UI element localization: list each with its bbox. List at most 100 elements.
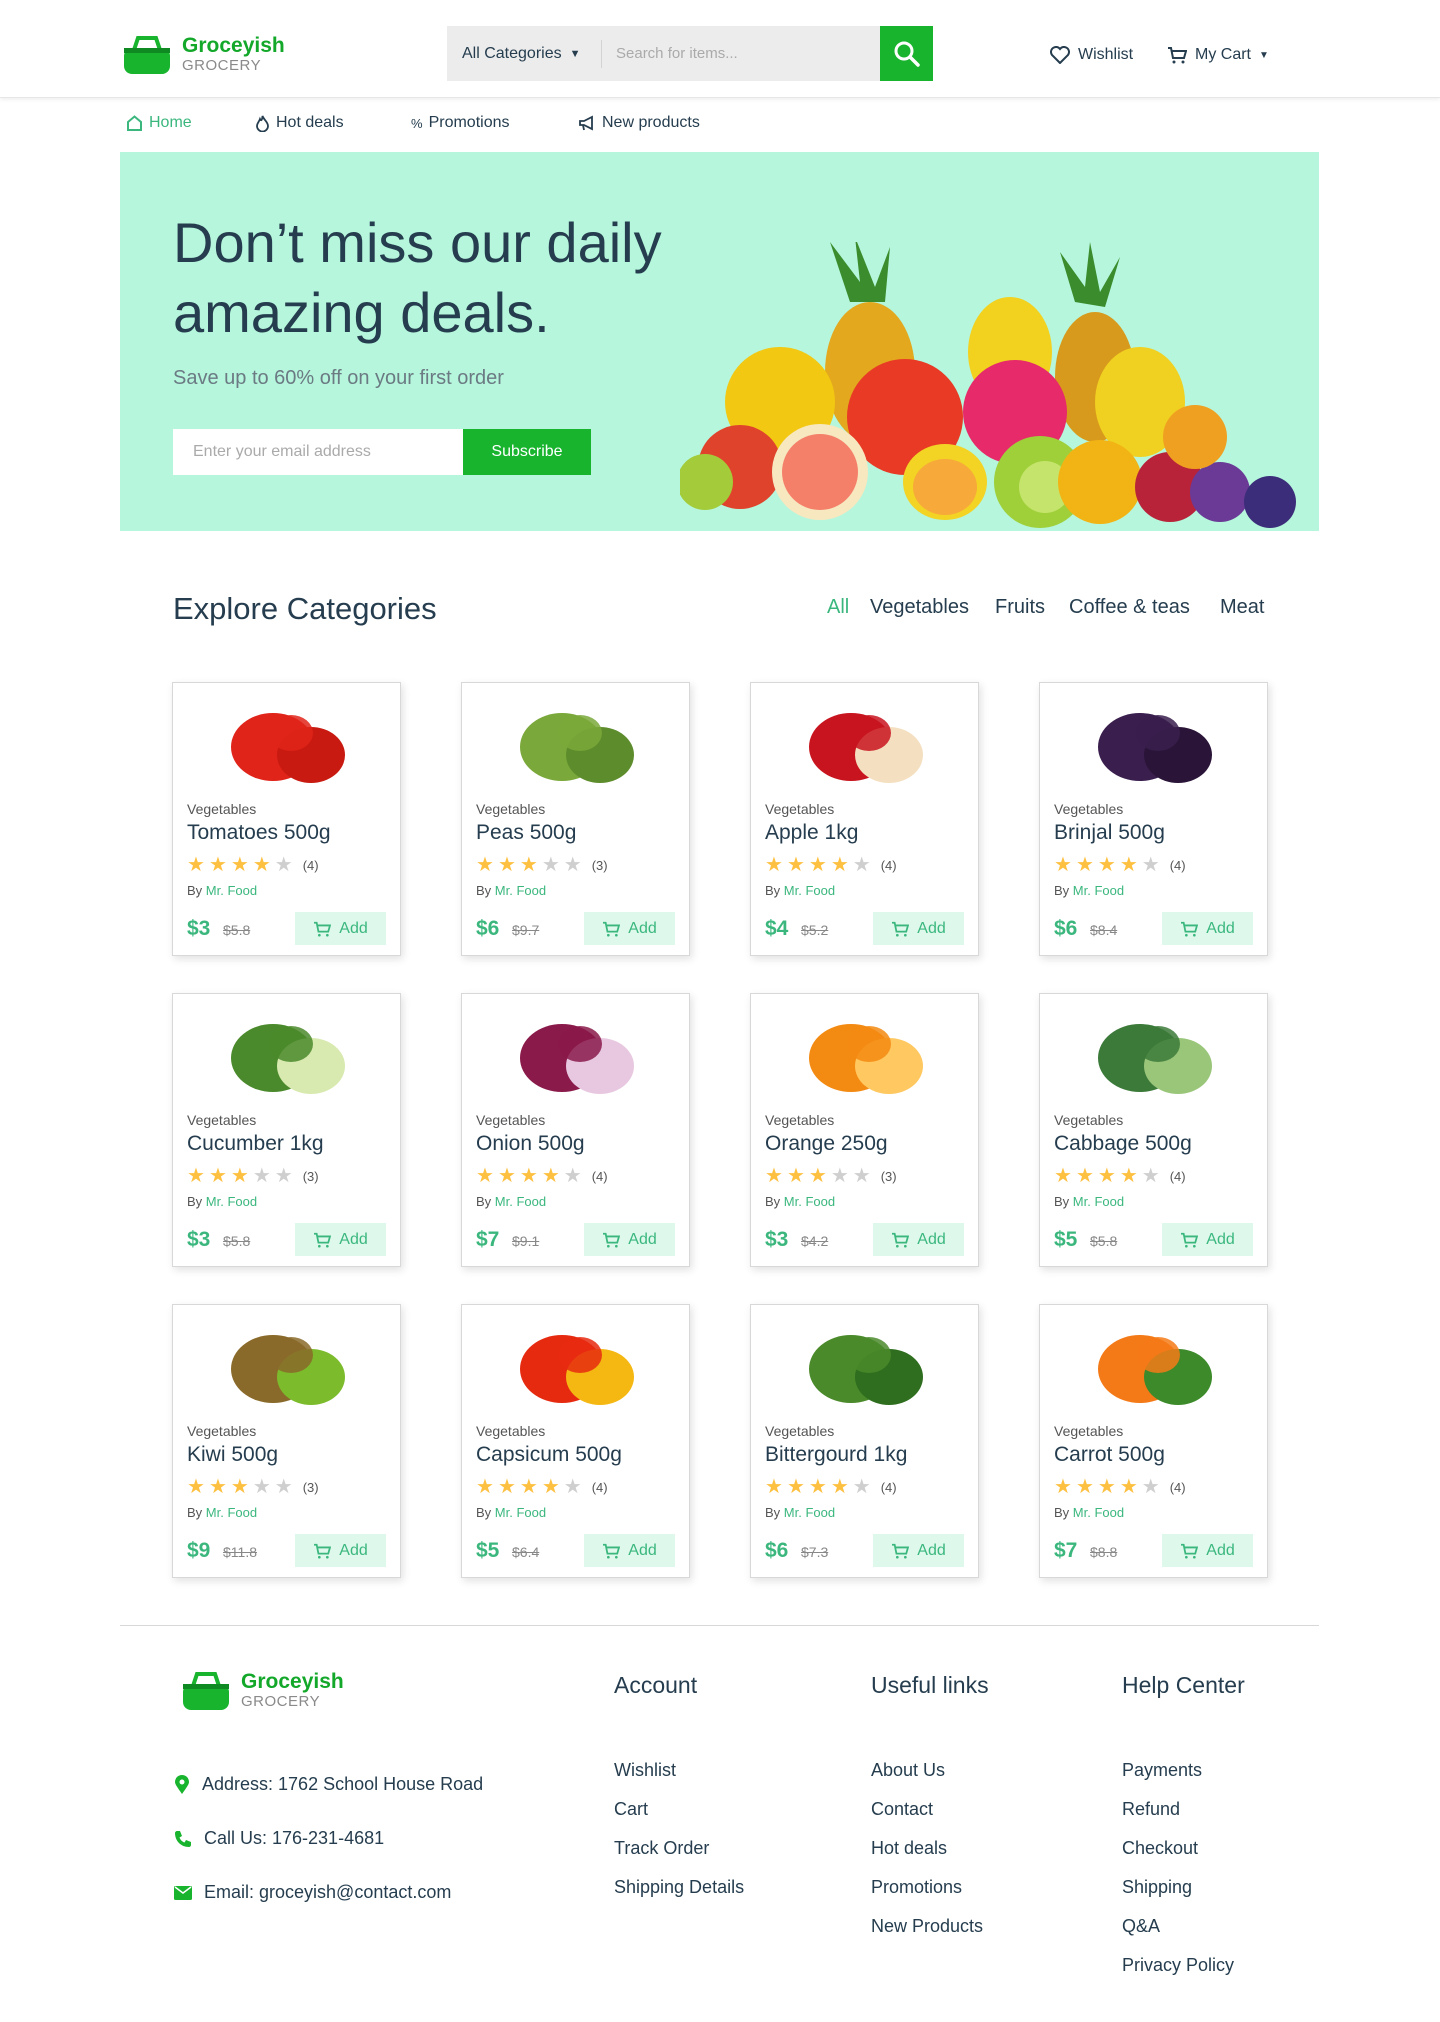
product-title[interactable]: Apple 1kg: [765, 821, 858, 845]
search-input[interactable]: [602, 45, 872, 62]
nav-home[interactable]: Home: [126, 114, 192, 132]
product-card[interactable]: Vegetables Cucumber 1kg ★ ★ ★ ★ ★ (3) By Mr. …: [172, 993, 401, 1267]
product-image[interactable]: [751, 683, 980, 803]
tab-fruits[interactable]: Fruits: [995, 596, 1045, 619]
add-to-cart-button[interactable]: Add: [1162, 912, 1253, 945]
add-to-cart-button[interactable]: Add: [873, 1534, 964, 1567]
footer-brand-logo[interactable]: Groceyish GROCERY: [181, 1670, 344, 1712]
seller-link[interactable]: Mr. Food: [206, 883, 257, 898]
product-card[interactable]: Vegetables Brinjal 500g ★ ★ ★ ★ ★ (4) By Mr. …: [1039, 682, 1268, 956]
footer-link[interactable]: Hot deals: [871, 1838, 947, 1859]
nav-promotions[interactable]: % Promotions: [411, 114, 509, 132]
product-card[interactable]: Vegetables Apple 1kg ★ ★ ★ ★ ★ (4) By Mr. Foo…: [750, 682, 979, 956]
product-title[interactable]: Cucumber 1kg: [187, 1132, 324, 1156]
seller-link[interactable]: Mr. Food: [784, 1194, 835, 1209]
star-icon: ★: [497, 854, 516, 876]
footer-link[interactable]: Checkout: [1122, 1838, 1198, 1859]
email-field[interactable]: [173, 429, 463, 475]
nav-hot-deals[interactable]: Hot deals: [255, 114, 344, 132]
seller-link[interactable]: Mr. Food: [1073, 1194, 1124, 1209]
seller-link[interactable]: Mr. Food: [784, 883, 835, 898]
product-card[interactable]: Vegetables Tomatoes 500g ★ ★ ★ ★ ★ (4) By Mr.…: [172, 682, 401, 956]
add-to-cart-button[interactable]: Add: [1162, 1223, 1253, 1256]
product-card[interactable]: Vegetables Carrot 500g ★ ★ ★ ★ ★ (4) By Mr. F…: [1039, 1304, 1268, 1578]
product-category: Vegetables: [765, 801, 835, 817]
add-to-cart-button[interactable]: Add: [873, 912, 964, 945]
product-title[interactable]: Capsicum 500g: [476, 1443, 622, 1467]
product-image[interactable]: [173, 683, 402, 803]
footer-link[interactable]: Shipping: [1122, 1877, 1192, 1898]
add-to-cart-button[interactable]: Add: [584, 1534, 675, 1567]
footer-link[interactable]: Cart: [614, 1799, 648, 1820]
tab-meat[interactable]: Meat: [1220, 596, 1264, 619]
product-image[interactable]: [751, 994, 980, 1114]
add-to-cart-button[interactable]: Add: [295, 912, 386, 945]
site-header: Groceyish GROCERY All Categories ▼ Wishl…: [0, 0, 1440, 98]
product-seller: By Mr. Food: [1054, 1505, 1124, 1520]
seller-link[interactable]: Mr. Food: [495, 883, 546, 898]
product-title[interactable]: Kiwi 500g: [187, 1443, 278, 1467]
tab-coffee-teas[interactable]: Coffee & teas: [1069, 596, 1190, 619]
product-title[interactable]: Orange 250g: [765, 1132, 888, 1156]
footer-link[interactable]: Q&A: [1122, 1916, 1160, 1937]
product-title[interactable]: Carrot 500g: [1054, 1443, 1165, 1467]
product-title[interactable]: Onion 500g: [476, 1132, 585, 1156]
category-select[interactable]: All Categories ▼: [447, 39, 602, 68]
product-card[interactable]: Vegetables Capsicum 500g ★ ★ ★ ★ ★ (4) By Mr.…: [461, 1304, 690, 1578]
product-card[interactable]: Vegetables Kiwi 500g ★ ★ ★ ★ ★ (3) By Mr. Foo…: [172, 1304, 401, 1578]
footer-link[interactable]: Track Order: [614, 1838, 709, 1859]
footer-link[interactable]: Shipping Details: [614, 1877, 744, 1898]
add-to-cart-button[interactable]: Add: [1162, 1534, 1253, 1567]
product-title[interactable]: Cabbage 500g: [1054, 1132, 1192, 1156]
footer-link[interactable]: Wishlist: [614, 1760, 676, 1781]
tab-all[interactable]: All: [827, 596, 849, 619]
footer-link[interactable]: New Products: [871, 1916, 983, 1937]
seller-link[interactable]: Mr. Food: [495, 1194, 546, 1209]
product-image[interactable]: [1040, 1305, 1269, 1425]
product-title[interactable]: Peas 500g: [476, 821, 576, 845]
add-to-cart-button[interactable]: Add: [295, 1223, 386, 1256]
product-title[interactable]: Brinjal 500g: [1054, 821, 1165, 845]
product-card[interactable]: Vegetables Bittergourd 1kg ★ ★ ★ ★ ★ (4) By M…: [750, 1304, 979, 1578]
footer-link[interactable]: Privacy Policy: [1122, 1955, 1234, 1976]
star-icon: ★: [852, 1165, 871, 1187]
product-image[interactable]: [462, 994, 691, 1114]
add-to-cart-button[interactable]: Add: [295, 1534, 386, 1567]
product-image[interactable]: [751, 1305, 980, 1425]
product-image[interactable]: [462, 683, 691, 803]
nav-new-products[interactable]: New products: [578, 114, 700, 132]
product-price: $4: [765, 917, 789, 940]
footer-link[interactable]: Contact: [871, 1799, 933, 1820]
seller-link[interactable]: Mr. Food: [495, 1505, 546, 1520]
subscribe-button[interactable]: Subscribe: [463, 429, 591, 475]
product-card[interactable]: Vegetables Orange 250g ★ ★ ★ ★ ★ (3) By Mr. F…: [750, 993, 979, 1267]
cart-link[interactable]: My Cart ▼: [1167, 46, 1269, 64]
product-card[interactable]: Vegetables Peas 500g ★ ★ ★ ★ ★ (3) By Mr. Foo…: [461, 682, 690, 956]
product-card[interactable]: Vegetables Cabbage 500g ★ ★ ★ ★ ★ (4) By Mr. …: [1039, 993, 1268, 1267]
product-image[interactable]: [173, 1305, 402, 1425]
add-to-cart-button[interactable]: Add: [873, 1223, 964, 1256]
footer-link[interactable]: Refund: [1122, 1799, 1180, 1820]
tab-vegetables[interactable]: Vegetables: [870, 596, 969, 619]
footer-column-title: Useful links: [871, 1672, 989, 1698]
product-image[interactable]: [1040, 994, 1269, 1114]
seller-link[interactable]: Mr. Food: [784, 1505, 835, 1520]
footer-link[interactable]: About Us: [871, 1760, 945, 1781]
footer-link[interactable]: Promotions: [871, 1877, 962, 1898]
add-to-cart-button[interactable]: Add: [584, 912, 675, 945]
seller-link[interactable]: Mr. Food: [206, 1194, 257, 1209]
search-button[interactable]: [880, 26, 933, 81]
seller-link[interactable]: Mr. Food: [1073, 883, 1124, 898]
product-title[interactable]: Tomatoes 500g: [187, 821, 331, 845]
product-image[interactable]: [1040, 683, 1269, 803]
seller-link[interactable]: Mr. Food: [1073, 1505, 1124, 1520]
seller-link[interactable]: Mr. Food: [206, 1505, 257, 1520]
product-title[interactable]: Bittergourd 1kg: [765, 1443, 907, 1467]
product-image[interactable]: [173, 994, 402, 1114]
add-to-cart-button[interactable]: Add: [584, 1223, 675, 1256]
product-card[interactable]: Vegetables Onion 500g ★ ★ ★ ★ ★ (4) By Mr. Fo…: [461, 993, 690, 1267]
wishlist-link[interactable]: Wishlist: [1050, 46, 1133, 64]
footer-link[interactable]: Payments: [1122, 1760, 1202, 1781]
product-image[interactable]: [462, 1305, 691, 1425]
brand-logo[interactable]: Groceyish GROCERY: [122, 34, 285, 76]
